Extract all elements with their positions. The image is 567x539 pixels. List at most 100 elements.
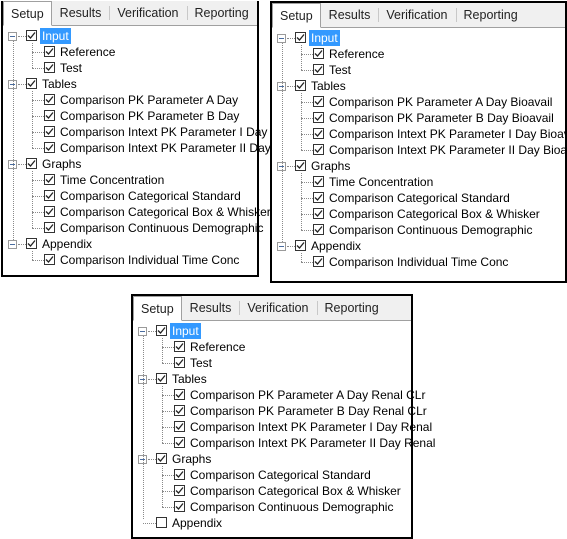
checkbox[interactable]: [44, 174, 55, 185]
checkbox[interactable]: [174, 357, 185, 368]
tree-node-comparison-intext-pk-parameter-i-day-bioavail[interactable]: Comparison Intext PK Parameter I Day Bio…: [272, 126, 567, 142]
tree-node-comparison-categorical-box-and-whisker[interactable]: Comparison Categorical Box & Whisker: [272, 206, 565, 222]
checkbox[interactable]: [313, 256, 324, 267]
checkbox[interactable]: [26, 238, 37, 249]
checkbox[interactable]: [313, 224, 324, 235]
tree-node-comparison-pk-parameter-a-day-bioavail[interactable]: Comparison PK Parameter A Day Bioavail: [272, 94, 565, 110]
checkbox[interactable]: [44, 222, 55, 233]
tree-node-comparison-intext-pk-parameter-ii-day[interactable]: Comparison Intext PK Parameter II Day: [3, 140, 271, 156]
collapse-icon[interactable]: [138, 327, 147, 336]
checkbox[interactable]: [174, 389, 185, 400]
tree-node-comparison-individual-time-conc[interactable]: Comparison Individual Time Conc: [272, 254, 565, 270]
tree-node-appendix[interactable]: Appendix: [133, 515, 411, 531]
tab-reporting[interactable]: Reporting: [316, 296, 387, 320]
checkbox[interactable]: [26, 158, 37, 169]
tree-node-comparison-pk-parameter-a-day[interactable]: Comparison PK Parameter A Day: [3, 92, 257, 108]
checkbox[interactable]: [44, 46, 55, 57]
checkbox[interactable]: [295, 160, 306, 171]
checkbox[interactable]: [313, 208, 324, 219]
tree-node-graphs[interactable]: Graphs: [3, 156, 257, 172]
checkbox[interactable]: [313, 48, 324, 59]
checkbox[interactable]: [174, 421, 185, 432]
tab-results[interactable]: Results: [182, 296, 240, 320]
tree-node-input[interactable]: Input: [133, 323, 411, 339]
checkbox[interactable]: [313, 64, 324, 75]
checkbox[interactable]: [44, 190, 55, 201]
checkbox[interactable]: [174, 469, 185, 480]
tree-node-comparison-categorical-box-and-whisker[interactable]: Comparison Categorical Box & Whisker: [3, 204, 271, 220]
tree-node-reference[interactable]: Reference: [3, 44, 257, 60]
checkbox[interactable]: [313, 96, 324, 107]
checkbox[interactable]: [44, 94, 55, 105]
tree-node-comparison-pk-parameter-a-day-renal-clr[interactable]: Comparison PK Parameter A Day Renal CLr: [133, 387, 425, 403]
tab-results[interactable]: Results: [52, 1, 110, 25]
tab-reporting[interactable]: Reporting: [455, 3, 526, 27]
collapse-icon[interactable]: [277, 34, 286, 43]
tree-node-graphs[interactable]: Graphs: [133, 451, 411, 467]
tree-node-reference[interactable]: Reference: [133, 339, 411, 355]
checkbox[interactable]: [174, 437, 185, 448]
tree-node-comparison-pk-parameter-b-day-bioavail[interactable]: Comparison PK Parameter B Day Bioavail: [272, 110, 565, 126]
tree-node-tables[interactable]: Tables: [272, 78, 565, 94]
tree-node-comparison-intext-pk-parameter-i-day[interactable]: Comparison Intext PK Parameter I Day: [3, 124, 267, 140]
checkbox[interactable]: [313, 112, 324, 123]
checkbox[interactable]: [295, 240, 306, 251]
checkbox[interactable]: [44, 254, 55, 265]
tree-node-test[interactable]: Test: [3, 60, 257, 76]
tab-reporting[interactable]: Reporting: [186, 1, 257, 25]
tree-node-comparison-pk-parameter-b-day-renal-clr[interactable]: Comparison PK Parameter B Day Renal CLr: [133, 403, 427, 419]
tree-node-appendix[interactable]: Appendix: [272, 238, 565, 254]
checkbox[interactable]: [26, 30, 37, 41]
checkbox[interactable]: [174, 501, 185, 512]
tree-node-tables[interactable]: Tables: [3, 76, 257, 92]
tree-node-comparison-categorical-box-and-whisker[interactable]: Comparison Categorical Box & Whisker: [133, 483, 411, 499]
tree-node-comparison-intext-pk-parameter-i-day-renal[interactable]: Comparison Intext PK Parameter I Day Ren…: [133, 419, 432, 435]
checkbox[interactable]: [313, 128, 324, 139]
collapse-icon[interactable]: [8, 240, 17, 249]
tree-node-comparison-categorical-standard[interactable]: Comparison Categorical Standard: [133, 467, 411, 483]
tab-setup[interactable]: Setup: [133, 296, 182, 321]
tree-node-comparison-categorical-standard[interactable]: Comparison Categorical Standard: [3, 188, 257, 204]
checkbox[interactable]: [44, 126, 55, 137]
tree-node-comparison-intext-pk-parameter-ii-day-renal[interactable]: Comparison Intext PK Parameter II Day Re…: [133, 435, 435, 451]
checkbox[interactable]: [174, 485, 185, 496]
checkbox[interactable]: [295, 32, 306, 43]
checkbox[interactable]: [44, 142, 55, 153]
tree-node-time-concentration[interactable]: Time Concentration: [272, 174, 565, 190]
checkbox[interactable]: [313, 176, 324, 187]
checkbox[interactable]: [156, 373, 167, 384]
checkbox[interactable]: [44, 206, 55, 217]
tab-verification[interactable]: Verification: [109, 1, 186, 25]
checkbox[interactable]: [174, 341, 185, 352]
checkbox[interactable]: [313, 144, 324, 155]
checkbox[interactable]: [156, 517, 167, 528]
tree-node-input[interactable]: Input: [3, 28, 257, 44]
checkbox[interactable]: [295, 80, 306, 91]
checkbox[interactable]: [156, 325, 167, 336]
tab-results[interactable]: Results: [321, 3, 379, 27]
tree-node-comparison-intext-pk-parameter-ii-day-bioavail[interactable]: Comparison Intext PK Parameter II Day Bi…: [272, 142, 567, 158]
collapse-icon[interactable]: [8, 32, 17, 41]
checkbox[interactable]: [313, 192, 324, 203]
tree-node-comparison-continuous-demographic[interactable]: Comparison Continuous Demographic: [272, 222, 565, 238]
checkbox[interactable]: [174, 405, 185, 416]
tree-node-test[interactable]: Test: [272, 62, 565, 78]
tree-node-tables[interactable]: Tables: [133, 371, 411, 387]
tab-verification[interactable]: Verification: [239, 296, 316, 320]
tree-node-time-concentration[interactable]: Time Concentration: [3, 172, 257, 188]
tree-node-test[interactable]: Test: [133, 355, 411, 371]
tree-node-comparison-categorical-standard[interactable]: Comparison Categorical Standard: [272, 190, 565, 206]
tree-node-comparison-individual-time-conc[interactable]: Comparison Individual Time Conc: [3, 252, 257, 268]
checkbox[interactable]: [44, 62, 55, 73]
checkbox[interactable]: [26, 78, 37, 89]
tab-setup[interactable]: Setup: [272, 3, 321, 28]
tree-node-reference[interactable]: Reference: [272, 46, 565, 62]
tree-node-graphs[interactable]: Graphs: [272, 158, 565, 174]
tree-node-input[interactable]: Input: [272, 30, 565, 46]
tab-verification[interactable]: Verification: [378, 3, 455, 27]
tab-setup[interactable]: Setup: [3, 1, 52, 26]
tree-node-comparison-continuous-demographic[interactable]: Comparison Continuous Demographic: [133, 499, 411, 515]
tree-node-appendix[interactable]: Appendix: [3, 236, 257, 252]
collapse-icon[interactable]: [277, 242, 286, 251]
checkbox[interactable]: [156, 453, 167, 464]
